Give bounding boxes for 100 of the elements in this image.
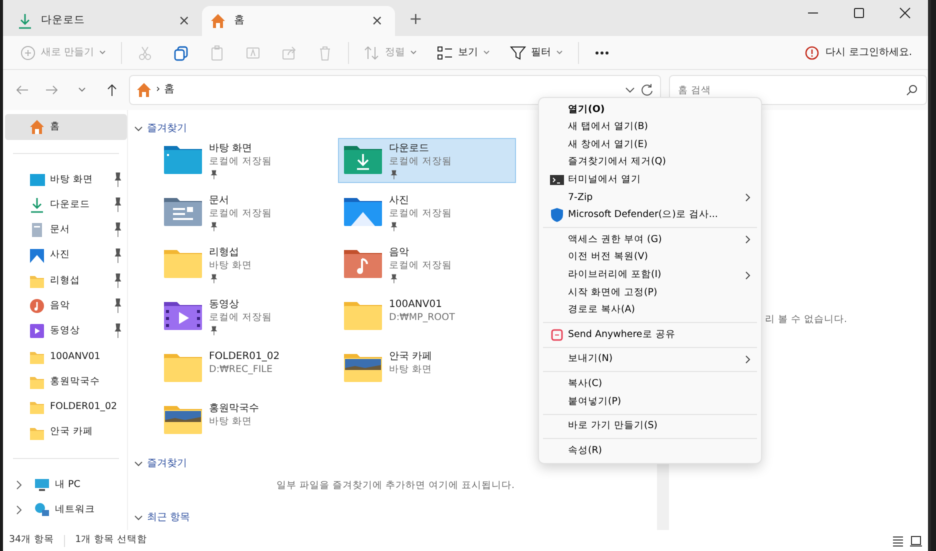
folder-tile[interactable]: 음악 로컬에 저장됨: [338, 242, 516, 287]
terminal-icon: [550, 173, 564, 188]
folder-name: FOLDER01_02: [209, 350, 280, 363]
tab[interactable]: 홈 ×: [202, 6, 395, 36]
folder-icon: [29, 399, 45, 416]
folder-tile[interactable]: 리형섭 바탕 화면: [158, 242, 336, 287]
folder-name: 리형섭: [209, 246, 240, 259]
sidebar-item[interactable]: 홈: [5, 114, 127, 140]
sidebar-item[interactable]: 안국 카페: [5, 420, 127, 446]
sidebar-item[interactable]: 사진: [5, 242, 127, 268]
sidebar-item[interactable]: 홍원막국수: [5, 369, 127, 395]
music-icon: [29, 298, 45, 314]
new-tab-button[interactable]: +: [403, 6, 428, 32]
search-field[interactable]: 홈 검색: [669, 75, 927, 105]
chevron-down-icon[interactable]: [134, 512, 143, 522]
sidebar-item[interactable]: 네트워크: [5, 498, 127, 523]
folder-tile[interactable]: 사진 로컬에 저장됨: [338, 190, 516, 235]
chevron-right-icon[interactable]: [15, 505, 23, 516]
folder-tile[interactable]: 바탕 화면 로컬에 저장됨: [158, 138, 336, 183]
breadcrumb-separator: ›: [156, 82, 160, 98]
chevron-right-icon[interactable]: [15, 480, 23, 490]
item-count: 34개 항목: [9, 533, 54, 548]
toolbar-button[interactable]: 보기: [428, 40, 500, 64]
copy-icon[interactable]: [173, 44, 190, 60]
folder-location: 로컬에 저장됨: [389, 259, 452, 272]
menu-item[interactable]: Microsoft Defender(으)로 검사...: [539, 206, 761, 224]
back-icon[interactable]: [15, 83, 29, 97]
filter-icon: [510, 44, 526, 60]
notice-text: 다시 로그인하세요.: [826, 46, 912, 60]
folder-tile[interactable]: 다운로드 로컬에 저장됨: [338, 138, 516, 183]
menu-item[interactable]: 바로 가기 만들기(S): [539, 418, 761, 436]
folder-name: 문서: [209, 194, 230, 207]
menu-item[interactable]: 이전 버전 복원(V): [539, 248, 761, 266]
folder-location: 바탕 화면: [209, 415, 254, 428]
menu-item[interactable]: 즐겨찾기에서 제거(Q): [539, 154, 761, 172]
menu-item[interactable]: 액세스 권한 부여 (G): [539, 231, 761, 249]
folder-location: D:₩REC_FILE: [209, 363, 274, 376]
menu-item[interactable]: Send Anywhere로 공유: [539, 326, 761, 344]
section-header[interactable]: 즐겨찾기: [147, 120, 187, 136]
menu-item[interactable]: 붙여넣기(P): [539, 392, 761, 410]
network-icon: [34, 502, 50, 518]
sidebar-item[interactable]: FOLDER01_02: [5, 394, 127, 420]
folder-location: 로컬에 저장됨: [209, 207, 272, 220]
folder-name: 동영상: [209, 298, 240, 311]
details-view-icon[interactable]: [892, 534, 904, 546]
menu-item[interactable]: 경로로 복사(A): [539, 302, 761, 320]
menu-item[interactable]: 복사(C): [539, 375, 761, 393]
sidebar-item[interactable]: 100ANV01: [5, 344, 127, 370]
menu-item[interactable]: 새 탭에서 열기(B): [539, 118, 761, 136]
menu-item[interactable]: 속성(R): [539, 442, 761, 460]
document-icon: [29, 222, 45, 238]
chevron-down-icon[interactable]: [134, 458, 143, 468]
monitor-icon: [34, 476, 50, 493]
desktop-icon: [29, 172, 45, 188]
sidebar-item[interactable]: 리형섭: [5, 268, 127, 294]
sidebar-item[interactable]: 문서: [5, 218, 127, 243]
search-icon: [906, 84, 918, 96]
sidebar-item[interactable]: 바탕 화면: [5, 167, 127, 192]
toolbar-button[interactable]: 필터: [501, 40, 572, 64]
section-header[interactable]: 즐겨찾기: [147, 456, 187, 470]
menu-item[interactable]: 터미널에서 열기: [539, 171, 761, 189]
tab[interactable]: 다운로드 ×: [9, 6, 202, 36]
folder-name: 바탕 화면: [209, 142, 254, 155]
folder-tile[interactable]: 100ANV01 D:₩MP_ROOT: [338, 294, 516, 339]
folder-tile[interactable]: 문서 로컬에 저장됨: [158, 190, 336, 235]
breadcrumb-item[interactable]: 홈: [164, 82, 176, 98]
warning-icon: [804, 46, 819, 60]
menu-item[interactable]: 시작 화면에 고정(P): [539, 284, 761, 302]
tiles-view-icon[interactable]: [910, 534, 922, 546]
download-icon: [29, 196, 45, 213]
folder-tile[interactable]: FOLDER01_02 D:₩REC_FILE: [158, 346, 336, 391]
menu-item[interactable]: 라이브러리에 포함(I): [539, 266, 761, 284]
folder-location: 로컬에 저장됨: [209, 311, 272, 324]
refresh-icon[interactable]: [640, 83, 654, 97]
preview-message: 리 볼 수 없습니다.: [764, 312, 848, 327]
chevron-down-icon[interactable]: [134, 124, 143, 132]
close-tab-button[interactable]: ×: [174, 10, 194, 32]
up-icon[interactable]: [105, 83, 119, 97]
sidebar-item[interactable]: 내 PC: [5, 472, 127, 498]
shield-icon: [550, 208, 564, 222]
download-icon: [17, 13, 33, 29]
sort-icon: [364, 44, 380, 60]
section-header[interactable]: 최근 항목: [147, 510, 190, 525]
folder-tile[interactable]: 홍원막국수 바탕 화면: [158, 398, 336, 443]
sidebar-item[interactable]: 다운로드: [5, 192, 127, 218]
menu-item[interactable]: 새 창에서 열기(E): [539, 136, 761, 154]
folder-tile[interactable]: 동영상 로컬에 저장됨: [158, 294, 336, 339]
folder-name: 100ANV01: [389, 298, 443, 311]
forward-icon[interactable]: [45, 83, 59, 97]
video-icon: [29, 323, 45, 340]
folder-tile[interactable]: 안국 카페 바탕 화면: [338, 346, 516, 391]
menu-item[interactable]: 7-Zip: [539, 188, 761, 207]
sidebar-item[interactable]: 음악: [5, 293, 127, 319]
address-bar[interactable]: › 홈: [129, 75, 661, 105]
sidebar-item[interactable]: 동영상: [5, 318, 127, 344]
folder-location: 로컬에 저장됨: [209, 155, 272, 168]
menu-item[interactable]: 보내기(N): [539, 350, 761, 368]
close-tab-button[interactable]: ×: [367, 10, 387, 32]
folder-icon: [29, 374, 45, 390]
plus-circle-icon: [20, 44, 36, 60]
